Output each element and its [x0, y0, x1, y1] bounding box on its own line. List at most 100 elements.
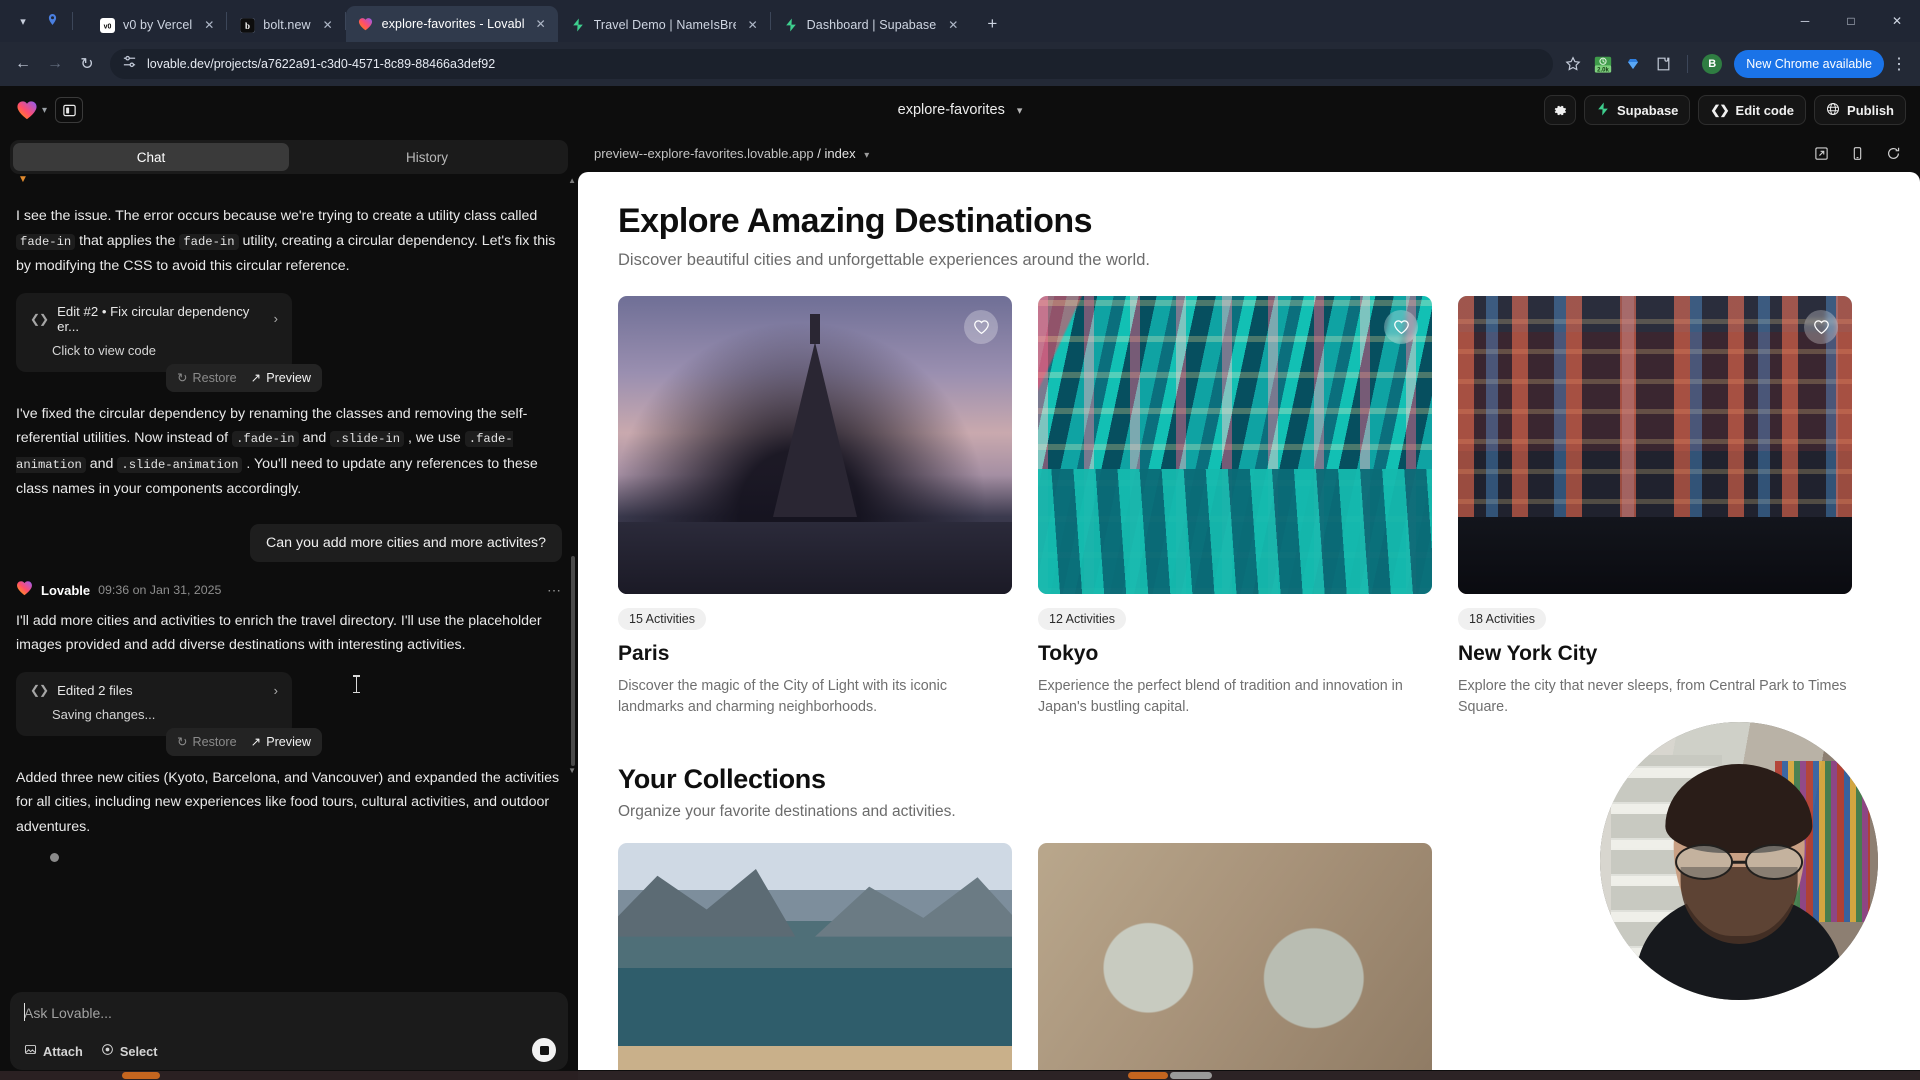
site-settings-icon[interactable] — [122, 54, 137, 74]
restore-label: Restore — [192, 370, 237, 385]
glasses-bridge — [1731, 861, 1747, 864]
collection-card-mountain-lake[interactable] — [618, 843, 1012, 1070]
message-options-icon[interactable]: ⋯ — [547, 582, 562, 599]
favorite-heart-icon[interactable] — [1384, 310, 1418, 344]
card-title: Tokyo — [1038, 642, 1099, 665]
restore-label: Restore — [192, 734, 237, 749]
browser-menu-icon[interactable]: ⋮ — [1886, 50, 1912, 78]
user-message-bubble: Can you add more cities and more activit… — [250, 523, 562, 562]
supabase-button[interactable]: Supabase — [1584, 95, 1691, 125]
preview-horizontal-scrollbar[interactable] — [578, 1071, 1920, 1080]
preview-button[interactable]: ↗ Preview — [251, 370, 311, 386]
refresh-icon[interactable] — [1882, 142, 1904, 164]
mobile-view-icon[interactable] — [1846, 142, 1868, 164]
address-bar[interactable]: lovable.dev/projects/a7622a91-c3d0-4571-… — [110, 49, 1554, 79]
scrollbar-thumb[interactable] — [122, 1072, 160, 1079]
destination-card-paris[interactable]: 15 Activities Paris Discover the magic o… — [618, 296, 1012, 718]
scroll-down-caret-icon[interactable]: ▼ — [568, 766, 576, 775]
minimize-button[interactable]: ─ — [1782, 0, 1828, 42]
close-window-button[interactable]: ✕ — [1874, 0, 1920, 42]
profile-avatar[interactable]: B — [1698, 50, 1726, 78]
tab-search-chevron-icon[interactable]: ▾ — [10, 8, 36, 34]
publish-button[interactable]: Publish — [1814, 95, 1906, 125]
code-edit-card-1[interactable]: ❮❯ Edit #2 • Fix circular dependency er.… — [16, 292, 322, 392]
destination-card-tokyo[interactable]: 12 Activities Tokyo Experience the perfe… — [1038, 296, 1432, 718]
favorite-heart-icon[interactable] — [964, 310, 998, 344]
bookmark-star-icon[interactable] — [1559, 50, 1587, 78]
new-chrome-available-button[interactable]: New Chrome available — [1734, 50, 1884, 78]
chevron-down-icon[interactable]: ▾ — [42, 105, 47, 116]
extension-badge-icon[interactable]: 2.0k — [1589, 50, 1617, 78]
assistant-sender-row: Lovable 09:36 on Jan 31, 2025 ⋯ — [16, 580, 562, 601]
tab-explore-favorites-lovable[interactable]: explore-favorites - Lovable ✕ — [345, 6, 558, 42]
reload-button[interactable]: ↻ — [72, 49, 102, 79]
restore-preview-bar: ↻ Restore ↗ Preview — [165, 363, 322, 392]
new-tab-button[interactable]: + — [978, 10, 1006, 38]
forward-button[interactable]: → — [40, 49, 70, 79]
preview-url[interactable]: preview--explore-favorites.lovable.app /… — [594, 146, 869, 161]
tab-travel-demo[interactable]: Travel Demo | NameIsBrendan ✕ — [558, 8, 770, 42]
extensions-puzzle-icon[interactable] — [1649, 50, 1677, 78]
chat-message-list[interactable]: ▼ I see the issue. The error occurs beca… — [0, 174, 578, 988]
stop-generation-button[interactable] — [532, 1038, 556, 1062]
select-button[interactable]: Select — [101, 1043, 158, 1059]
back-button[interactable]: ← — [8, 49, 38, 79]
chat-panel: Chat History ▼ I see the issue. The erro… — [0, 134, 578, 1080]
code-edit-card-2[interactable]: ❮❯ Edited 2 files › Saving changes... ↻ … — [16, 671, 322, 756]
typing-indicator — [50, 853, 59, 862]
restore-button[interactable]: ↻ Restore — [177, 370, 237, 386]
close-icon[interactable]: ✕ — [200, 16, 218, 34]
close-icon[interactable]: ✕ — [944, 16, 962, 34]
edit-code-button[interactable]: ❮❯ Edit code — [1698, 95, 1807, 125]
chevron-down-icon[interactable]: ▾ — [1017, 104, 1023, 117]
stop-square-icon — [539, 1045, 549, 1055]
close-icon[interactable]: ✕ — [744, 16, 762, 34]
diamond-extension-icon[interactable] — [1619, 50, 1647, 78]
close-icon[interactable]: ✕ — [319, 16, 337, 34]
collection-card-food[interactable] — [1038, 843, 1432, 1070]
chevron-right-icon[interactable]: › — [274, 311, 278, 326]
tabstrip-left-controls: ▾ — [6, 0, 87, 42]
target-select-icon — [101, 1043, 114, 1059]
scroll-up-caret-icon[interactable]: ▲ — [568, 176, 576, 185]
tab-v0-by-vercel[interactable]: v0 v0 by Vercel ✕ — [87, 8, 226, 42]
chat-horizontal-scrollbar[interactable] — [0, 1071, 578, 1080]
maximize-button[interactable]: □ — [1828, 0, 1874, 42]
url-text: lovable.dev/projects/a7622a91-c3d0-4571-… — [147, 57, 496, 71]
chevron-right-icon[interactable]: › — [274, 683, 278, 698]
pin-tab-icon[interactable] — [40, 8, 64, 34]
browser-toolbar: ← → ↻ lovable.dev/projects/a7622a91-c3d0… — [0, 42, 1920, 86]
scrollbar-thumb[interactable] — [1128, 1072, 1168, 1079]
tab-chat[interactable]: Chat — [13, 143, 289, 171]
card-description: Discover the magic of the City of Light … — [618, 678, 947, 715]
globe-icon — [1826, 102, 1840, 119]
activities-badge: 15 Activities — [618, 608, 707, 630]
divider — [1687, 55, 1689, 73]
text-caret — [24, 1003, 25, 1021]
open-external-icon[interactable] — [1810, 142, 1832, 164]
code-card-header: ❮❯ Edited 2 files › — [30, 683, 278, 698]
project-name-menu[interactable]: explore-favorites ▾ — [898, 102, 1023, 118]
scrollbar-thumb-secondary[interactable] — [1170, 1072, 1212, 1079]
close-icon[interactable]: ✕ — [532, 15, 550, 33]
tab-bolt-new[interactable]: b bolt.new ✕ — [227, 8, 344, 42]
attach-button[interactable]: Attach — [24, 1043, 83, 1059]
destination-card-new-york-city[interactable]: 18 Activities New York City Explore the … — [1458, 296, 1852, 718]
settings-button[interactable] — [1544, 95, 1576, 125]
tab-history[interactable]: History — [289, 143, 565, 171]
favorite-heart-icon[interactable] — [1804, 310, 1838, 344]
chat-input-placeholder[interactable]: Ask Lovable... — [24, 1005, 554, 1021]
lovable-logo-icon[interactable] — [14, 97, 40, 123]
window-controls: ─ □ ✕ — [1782, 0, 1920, 42]
chat-composer[interactable]: Ask Lovable... Attach Select — [10, 992, 568, 1070]
restore-button[interactable]: ↻ Restore — [177, 734, 237, 750]
chat-scrollbar-thumb[interactable] — [571, 556, 575, 766]
preview-button[interactable]: ↗ Preview — [251, 734, 311, 750]
inline-code: .slide-in — [330, 431, 405, 447]
svg-text:v0: v0 — [103, 23, 111, 30]
toggle-sidebar-button[interactable] — [55, 97, 84, 123]
message-part: and — [302, 430, 327, 446]
tab-dashboard-supabase[interactable]: Dashboard | Supabase ✕ — [771, 8, 971, 42]
sender-name: Lovable — [41, 582, 91, 598]
chevron-down-icon[interactable]: ▾ — [864, 150, 869, 161]
